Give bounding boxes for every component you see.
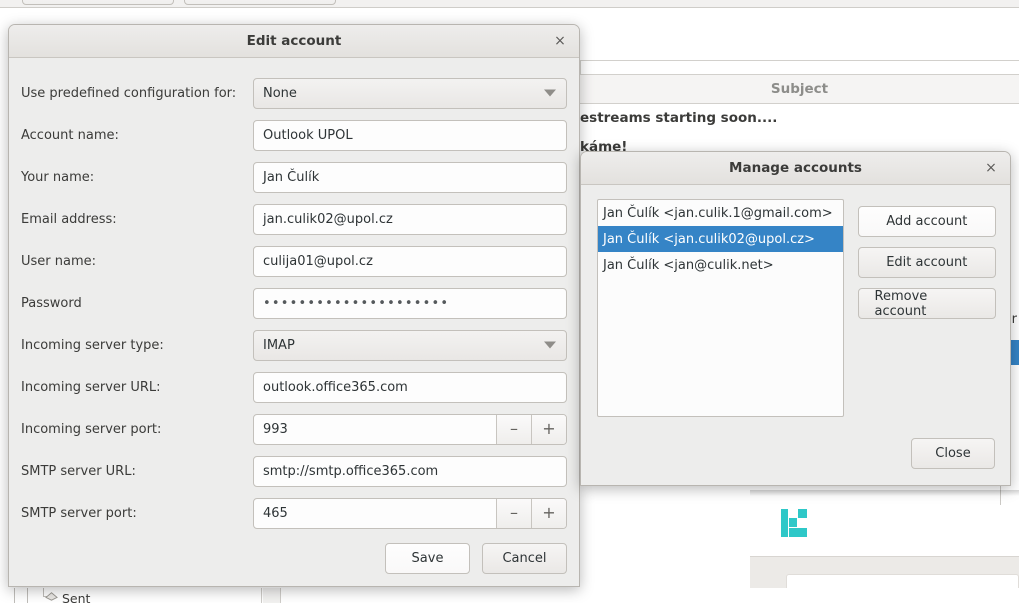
- list-item[interactable]: Jan Čulík <jan@culik.net>: [598, 252, 843, 278]
- predefined-configuration-select[interactable]: None: [253, 77, 567, 109]
- folder-tree-item-sent[interactable]: Sent: [45, 590, 90, 603]
- field-label: Account name:: [21, 127, 119, 143]
- account-name-value: Outlook UPOL: [263, 127, 353, 143]
- smtp-server-url-value: smtp://smtp.office365.com: [263, 463, 439, 479]
- list-top-rule: [580, 60, 1019, 61]
- screen: Get Messages Write Message Subject estre…: [0, 0, 1019, 603]
- remove-account-button[interactable]: Remove account: [857, 288, 996, 319]
- main-toolbar: Get Messages Write Message: [0, 0, 1019, 8]
- form-row-incoming-server-port: Incoming server port: 993 – +: [21, 408, 567, 450]
- message-subject: estreams starting soon....: [580, 109, 778, 126]
- form-row-incoming-server-url: Incoming server URL: outlook.office365.c…: [21, 366, 567, 408]
- field-label: Incoming server URL:: [21, 379, 161, 395]
- add-account-button[interactable]: Add account: [857, 206, 996, 237]
- field-label: Password: [21, 295, 82, 311]
- field-label: User name:: [21, 253, 97, 269]
- message-list-column-header[interactable]: Subject: [580, 74, 1019, 104]
- write-message-button[interactable]: Write Message: [184, 0, 336, 5]
- user-name-input[interactable]: culija01@upol.cz: [253, 245, 567, 277]
- edit-account-form: Use predefined configuration for: None A…: [9, 58, 579, 534]
- close-button[interactable]: Close: [911, 438, 995, 469]
- tree-guide-line: [14, 588, 15, 603]
- list-item[interactable]: Jan Čulík <jan.culik02@upol.cz>: [598, 226, 843, 252]
- field-label: Your name:: [21, 169, 95, 185]
- smtp-port-increment-button[interactable]: +: [531, 498, 566, 528]
- edit-account-button[interactable]: Edit account: [857, 247, 996, 278]
- column-separator: [580, 60, 581, 74]
- manage-accounts-footer: Close: [911, 438, 995, 469]
- password-input[interactable]: •••••••••••••••••••••: [253, 287, 567, 319]
- incoming-server-type-value: IMAP: [263, 337, 295, 353]
- chevron-down-icon: [544, 341, 556, 349]
- form-row-account-name: Account name: Outlook UPOL: [21, 114, 567, 156]
- form-row-email-address: Email address: jan.culik02@upol.cz: [21, 198, 567, 240]
- get-messages-button[interactable]: Get Messages: [22, 0, 174, 5]
- message-row[interactable]: estreams starting soon....: [580, 103, 1019, 132]
- message-list-bottom-area: [282, 588, 1019, 603]
- form-row-user-name: User name: culija01@upol.cz: [21, 240, 567, 282]
- edit-account-titlebar: Edit account ×: [9, 25, 579, 58]
- list-item[interactable]: Jan Čulík <jan.culik.1@gmail.com>: [598, 200, 843, 226]
- close-icon[interactable]: ×: [980, 157, 1002, 179]
- account-label: Jan Čulík <jan.culik02@upol.cz>: [603, 231, 815, 247]
- predefined-configuration-value: None: [263, 85, 297, 101]
- manage-accounts-body: Jan Čulík <jan.culik.1@gmail.com> Jan Ču…: [581, 185, 1010, 417]
- form-row-password: Password •••••••••••••••••••••: [21, 282, 567, 324]
- email-address-input[interactable]: jan.culik02@upol.cz: [253, 203, 567, 235]
- edit-account-title: Edit account: [246, 33, 342, 49]
- tree-guide-line: [43, 588, 44, 596]
- form-row-predefined-configuration: Use predefined configuration for: None: [21, 72, 567, 114]
- chevron-down-icon: [544, 89, 556, 97]
- form-row-smtp-server-url: SMTP server URL: smtp://smtp.office365.c…: [21, 450, 567, 492]
- user-name-value: culija01@upol.cz: [263, 253, 373, 269]
- incoming-server-port-value[interactable]: 993: [254, 415, 496, 444]
- tree-guide-line: [27, 588, 28, 603]
- smtp-port-decrement-button[interactable]: –: [496, 498, 531, 528]
- cancel-button[interactable]: Cancel: [482, 543, 567, 574]
- email-address-value: jan.culik02@upol.cz: [263, 211, 393, 227]
- incoming-server-url-value: outlook.office365.com: [263, 379, 408, 395]
- field-label: Email address:: [21, 211, 117, 227]
- incoming-port-decrement-button[interactable]: –: [496, 414, 531, 444]
- smtp-server-port-value[interactable]: 465: [254, 499, 496, 528]
- smtp-server-url-input[interactable]: smtp://smtp.office365.com: [253, 455, 567, 487]
- panel-shadow: [750, 490, 1019, 496]
- save-button[interactable]: Save: [385, 543, 470, 574]
- field-label: Incoming server port:: [21, 421, 162, 437]
- incoming-server-type-select[interactable]: IMAP: [253, 329, 567, 361]
- incoming-port-increment-button[interactable]: +: [531, 414, 566, 444]
- close-icon[interactable]: ×: [549, 30, 571, 52]
- form-row-incoming-server-type: Incoming server type: IMAP: [21, 324, 567, 366]
- password-value: •••••••••••••••••••••: [263, 295, 450, 311]
- edit-account-dialog: Edit account × Use predefined configurat…: [8, 24, 580, 587]
- account-label: Jan Čulík <jan@culik.net>: [603, 257, 774, 273]
- smtp-server-port-stepper[interactable]: 465 – +: [253, 497, 567, 529]
- field-label: SMTP server URL:: [21, 463, 136, 479]
- subject-column-label: Subject: [770, 81, 829, 97]
- your-name-input[interactable]: Jan Čulík: [253, 161, 567, 193]
- folder-tree-item-label: Sent: [62, 590, 91, 603]
- field-label: Use predefined configuration for:: [21, 85, 237, 101]
- folder-tree-scrollbar[interactable]: [263, 588, 281, 603]
- company-logo-icon: [781, 509, 807, 537]
- field-label: Incoming server type:: [21, 337, 164, 353]
- folder-tree-panel: [0, 588, 262, 603]
- form-row-smtp-server-port: SMTP server port: 465 – +: [21, 492, 567, 534]
- field-label: SMTP server port:: [21, 505, 137, 521]
- your-name-value: Jan Čulík: [263, 169, 320, 185]
- account-name-input[interactable]: Outlook UPOL: [253, 119, 567, 151]
- incoming-server-port-stepper[interactable]: 993 – +: [253, 413, 567, 445]
- manage-accounts-buttons: Add account Edit account Remove account: [857, 199, 996, 417]
- folder-icon: [45, 590, 58, 603]
- accounts-list[interactable]: Jan Čulík <jan.culik.1@gmail.com> Jan Ču…: [597, 199, 844, 417]
- incoming-server-url-input[interactable]: outlook.office365.com: [253, 371, 567, 403]
- edit-account-actions: Save Cancel: [385, 543, 567, 574]
- manage-accounts-titlebar: Manage accounts ×: [581, 152, 1010, 185]
- manage-accounts-dialog: Manage accounts × Jan Čulík <jan.culik.1…: [580, 151, 1011, 486]
- form-row-your-name: Your name: Jan Čulík: [21, 156, 567, 198]
- manage-accounts-title: Manage accounts: [729, 160, 862, 176]
- account-label: Jan Čulík <jan.culik.1@gmail.com>: [603, 205, 833, 221]
